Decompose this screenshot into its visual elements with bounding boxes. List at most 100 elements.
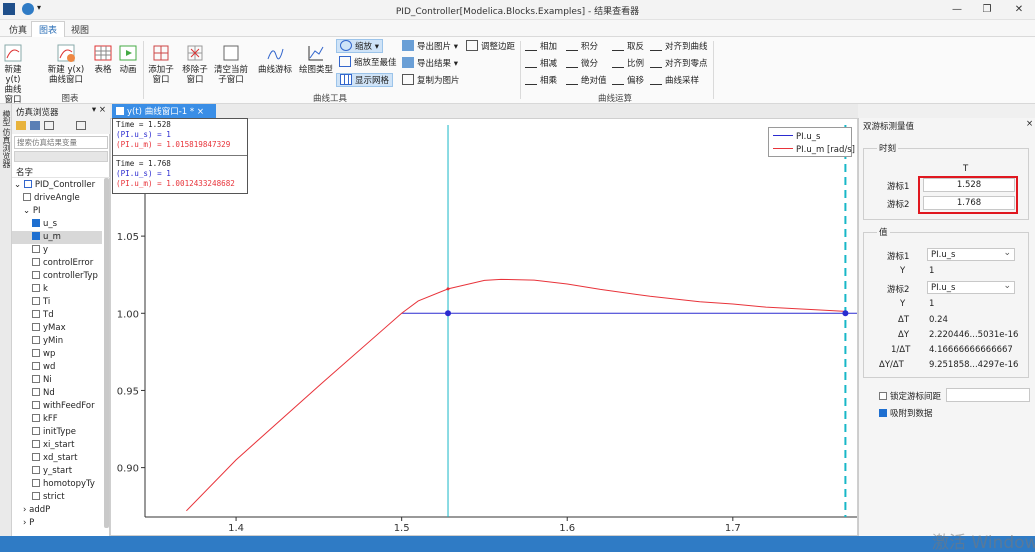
tree-item[interactable]: initType bbox=[12, 426, 102, 439]
folder-icon[interactable] bbox=[16, 121, 26, 130]
table-button[interactable]: 表格 bbox=[92, 43, 114, 75]
tree-item[interactable]: ⌄ PI bbox=[12, 205, 102, 218]
checkbox-icon[interactable] bbox=[32, 336, 40, 344]
adjust-margin-button[interactable]: 调整边距 bbox=[466, 40, 515, 54]
browser-scrollbar[interactable] bbox=[104, 178, 109, 528]
tree-item[interactable]: u_s bbox=[12, 218, 102, 231]
checkbox-icon[interactable] bbox=[23, 193, 31, 201]
tree-item[interactable]: controllerTyp bbox=[12, 270, 102, 283]
export-image-button[interactable]: 导出图片 ▾ bbox=[402, 40, 458, 54]
checkbox-icon[interactable] bbox=[32, 388, 40, 396]
checkbox-icon[interactable] bbox=[32, 219, 40, 227]
tab-close-icon[interactable]: × bbox=[197, 107, 204, 117]
filter-icon[interactable] bbox=[76, 121, 86, 130]
tree-item[interactable]: Nd bbox=[12, 387, 102, 400]
zoom-best-button[interactable]: 缩放至最佳 bbox=[339, 56, 397, 70]
checkbox-icon[interactable] bbox=[32, 349, 40, 357]
tree-item[interactable]: homotopyTy bbox=[12, 478, 102, 491]
filter-bar[interactable] bbox=[14, 151, 108, 162]
invert-op-button[interactable]: 取反 bbox=[612, 40, 644, 54]
save-icon[interactable] bbox=[30, 121, 40, 130]
tab-chart[interactable]: 图表 bbox=[31, 21, 66, 37]
tree-item[interactable]: xd_start bbox=[12, 452, 102, 465]
tree-item[interactable]: kFF bbox=[12, 413, 102, 426]
tree-item[interactable]: Ti bbox=[12, 296, 102, 309]
checkbox-icon[interactable] bbox=[32, 258, 40, 266]
checkbox-icon[interactable] bbox=[32, 427, 40, 435]
absolute-op-button[interactable]: 绝对值 bbox=[566, 74, 607, 88]
tree-item[interactable]: › P bbox=[12, 517, 102, 530]
chevron-down-icon[interactable]: ⌄ bbox=[14, 180, 24, 190]
chevron-down-icon[interactable]: ⌄ bbox=[23, 206, 33, 216]
lock-spacing-field[interactable] bbox=[946, 388, 1030, 402]
clear-subwindow-button[interactable]: 清空当前子窗口 bbox=[213, 43, 249, 85]
subtract-op-button[interactable]: 相减 bbox=[525, 57, 557, 71]
tree-item[interactable]: ⌄ PID_Controller bbox=[12, 179, 102, 192]
tab-simulation[interactable]: 仿真 bbox=[2, 22, 34, 37]
tree-item[interactable]: Ni bbox=[12, 374, 102, 387]
minimize-button[interactable]: — bbox=[950, 3, 964, 17]
tree-item[interactable]: xi_start bbox=[12, 439, 102, 452]
remove-subwindow-button[interactable]: 移除子窗口 bbox=[180, 43, 210, 85]
checkbox-icon[interactable] bbox=[32, 492, 40, 500]
panel-close-icon[interactable]: × bbox=[1026, 119, 1033, 129]
align-zero-button[interactable]: 对齐到零点 bbox=[650, 57, 708, 71]
tree-item[interactable]: yMin bbox=[12, 335, 102, 348]
tree-item[interactable]: driveAngle bbox=[12, 192, 102, 205]
tree-item[interactable]: y_start bbox=[12, 465, 102, 478]
checkbox-icon[interactable] bbox=[32, 401, 40, 409]
lock-spacing-checkbox[interactable]: 锁定游标间距 bbox=[879, 390, 941, 402]
side-tab-model[interactable]: 模型 bbox=[1, 110, 12, 126]
checkbox-icon[interactable] bbox=[32, 245, 40, 253]
checkbox-icon[interactable] bbox=[32, 284, 40, 292]
checkbox-icon[interactable] bbox=[32, 479, 40, 487]
tree-item[interactable]: wp bbox=[12, 348, 102, 361]
sample-button[interactable]: 曲线采样 bbox=[650, 74, 699, 88]
multiply-op-button[interactable]: 相乘 bbox=[525, 74, 557, 88]
checkbox-icon[interactable] bbox=[32, 375, 40, 383]
tab-plot-window-1[interactable]: y(t) 曲线窗口-1 * × bbox=[112, 104, 216, 118]
tree-item[interactable]: wd bbox=[12, 361, 102, 374]
search-input[interactable] bbox=[14, 136, 108, 149]
checkbox-icon[interactable] bbox=[32, 310, 40, 318]
tree-item[interactable]: strict bbox=[12, 491, 102, 504]
add-subwindow-button[interactable]: 添加子窗口 bbox=[146, 43, 176, 85]
checkbox-icon[interactable] bbox=[32, 362, 40, 370]
checkbox-icon[interactable] bbox=[32, 297, 40, 305]
export-result-button[interactable]: 导出结果 ▾ bbox=[402, 57, 458, 71]
checkbox-icon[interactable] bbox=[32, 453, 40, 461]
plot-type-button[interactable]: 绘图类型 bbox=[298, 43, 334, 75]
legend-item-us[interactable]: PI.u_s bbox=[773, 132, 820, 142]
checkbox-icon[interactable] bbox=[32, 440, 40, 448]
legend-item-um[interactable]: PI.u_m [rad/s] bbox=[773, 145, 855, 155]
integral-op-button[interactable]: 积分 bbox=[566, 40, 598, 54]
differential-op-button[interactable]: 微分 bbox=[566, 57, 598, 71]
export-icon[interactable] bbox=[44, 121, 54, 130]
tree-item[interactable]: u_m bbox=[12, 231, 102, 244]
align-curve-button[interactable]: 对齐到曲线 bbox=[650, 40, 708, 54]
tree-item[interactable]: withFeedFor bbox=[12, 400, 102, 413]
restore-button[interactable]: ❐ bbox=[980, 3, 994, 17]
new-yx-window-button[interactable]: 新建 y(x) 曲线窗口 bbox=[46, 43, 86, 85]
close-window-button[interactable]: ✕ bbox=[1012, 3, 1026, 17]
add-op-button[interactable]: 相加 bbox=[525, 40, 557, 54]
tree-item[interactable]: controlError bbox=[12, 257, 102, 270]
offset-op-button[interactable]: 偏移 bbox=[612, 74, 644, 88]
tree-item[interactable]: y bbox=[12, 244, 102, 257]
checkbox-icon[interactable] bbox=[32, 466, 40, 474]
cursor1-variable-select[interactable]: PI.u_s bbox=[927, 247, 1015, 261]
new-yt-window-button[interactable]: 新建 y(t) 曲线窗口 bbox=[1, 43, 25, 105]
zoom-button[interactable]: 缩放 ▾ bbox=[336, 39, 383, 53]
cursor-button[interactable]: 曲线游标 bbox=[257, 43, 293, 75]
pin-icon[interactable]: ▾ × bbox=[92, 105, 106, 115]
checkbox-icon[interactable] bbox=[32, 323, 40, 331]
checkbox-icon[interactable] bbox=[32, 232, 40, 240]
checkbox-icon[interactable] bbox=[32, 414, 40, 422]
show-grid-button[interactable]: 显示网格 bbox=[336, 73, 394, 87]
tree-item[interactable]: Td bbox=[12, 309, 102, 322]
scale-op-button[interactable]: 比例 bbox=[612, 57, 644, 71]
snap-to-data-checkbox[interactable]: 吸附到数据 bbox=[879, 407, 933, 419]
cursor2-variable-select[interactable]: PI.u_s bbox=[927, 280, 1015, 294]
tab-view[interactable]: 视图 bbox=[64, 22, 96, 37]
tree-item[interactable]: yMax bbox=[12, 322, 102, 335]
